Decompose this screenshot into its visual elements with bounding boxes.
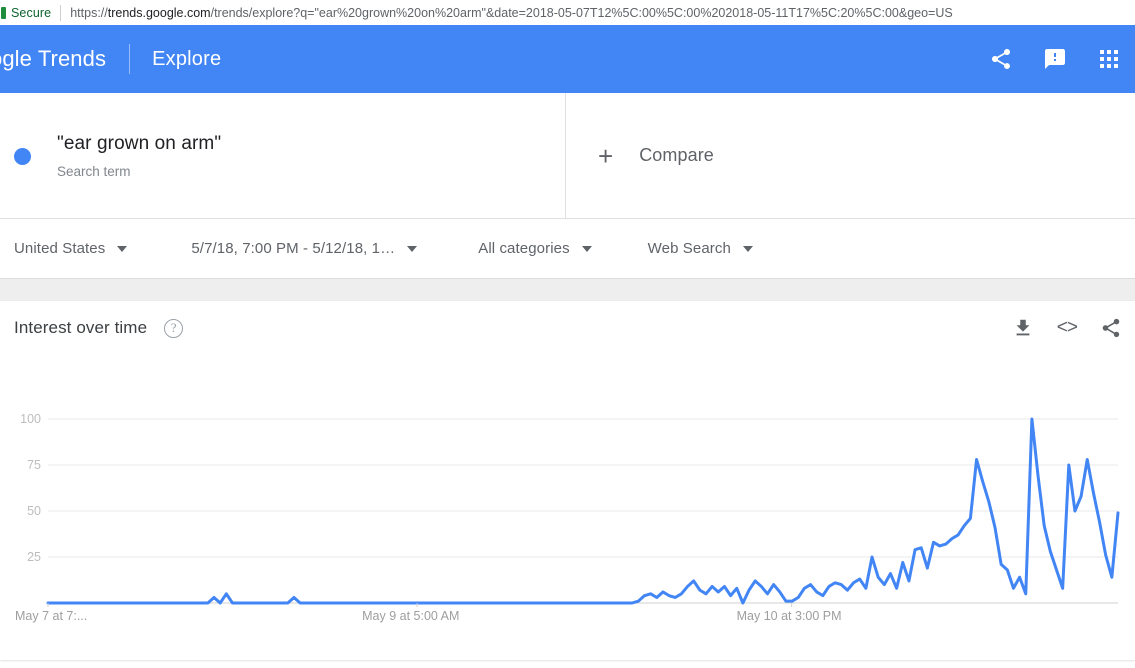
url-text: https://trends.google.com/trends/explore… bbox=[70, 6, 953, 20]
chevron-down-icon bbox=[407, 245, 418, 252]
y-axis-tick-label: 75 bbox=[27, 458, 41, 472]
x-axis-tick-label: May 10 at 3:00 PM bbox=[737, 609, 842, 623]
trends-line-chart[interactable]: 25 50 75 100 May 7 at 7:... May 9 at 5:00 AM… bbox=[0, 355, 1135, 655]
interest-over-time-chart[interactable]: 25 50 75 100 May 7 at 7:... May 9 at 5:00 AM… bbox=[0, 355, 1135, 655]
chevron-down-icon bbox=[742, 245, 753, 252]
card-header: Interest over time ? <> bbox=[0, 301, 1135, 355]
x-axis-tick-label: May 9 at 5:00 AM bbox=[362, 609, 459, 623]
interest-over-time-card: Interest over time ? <> 25 50 75 100 May 7 … bbox=[0, 301, 1135, 660]
browser-url-bar[interactable]: Secure https://trends.google.com/trends/… bbox=[0, 0, 1135, 25]
share-icon[interactable] bbox=[1100, 317, 1122, 339]
search-term-label: "ear grown on arm" bbox=[57, 132, 222, 154]
chart-gridlines bbox=[48, 418, 1118, 604]
download-icon[interactable] bbox=[1012, 317, 1034, 339]
help-icon[interactable]: ? bbox=[164, 318, 184, 338]
google-trends-logo[interactable]: ogle Trends bbox=[0, 46, 106, 72]
x-axis-tick-label: May 7 at 7:... bbox=[15, 609, 87, 623]
plus-icon: + bbox=[598, 140, 614, 171]
filter-category[interactable]: All categories bbox=[478, 240, 592, 257]
filter-search-type-label: Web Search bbox=[647, 240, 731, 257]
y-axis-tick-label: 100 bbox=[20, 412, 41, 426]
brand-trends: Trends bbox=[32, 46, 107, 71]
filter-geo[interactable]: United States bbox=[14, 240, 128, 257]
explore-nav-link[interactable]: Explore bbox=[152, 48, 221, 71]
y-axis-tick-label: 50 bbox=[27, 504, 41, 518]
search-term-texts: "ear grown on arm" Search term bbox=[57, 131, 221, 181]
filter-date-label: 5/7/18, 7:00 PM - 5/12/18, 1… bbox=[191, 240, 396, 257]
series-color-dot bbox=[14, 148, 31, 165]
filter-geo-label: United States bbox=[14, 240, 106, 257]
url-path: /trends/explore?q="ear%20grown%20on%20ar… bbox=[210, 5, 953, 20]
header-divider bbox=[129, 44, 131, 74]
url-scheme: https:// bbox=[70, 5, 108, 20]
header-actions bbox=[989, 25, 1121, 93]
y-axis-tick-label: 25 bbox=[27, 550, 41, 564]
search-term-card[interactable]: "ear grown on arm" Search term bbox=[0, 93, 566, 218]
search-term-type: Search term bbox=[57, 163, 131, 179]
filter-category-label: All categories bbox=[478, 240, 570, 257]
chevron-down-icon bbox=[117, 245, 128, 252]
chart-x-axis-labels: May 7 at 7:... May 9 at 5:00 AM May 10 at … bbox=[15, 603, 842, 623]
filter-search-type[interactable]: Web Search bbox=[648, 240, 753, 257]
filter-bar: United States 5/7/18, 7:00 PM - 5/12/18,… bbox=[0, 219, 1135, 279]
chevron-down-icon bbox=[581, 245, 592, 252]
embed-code-icon[interactable]: <> bbox=[1057, 317, 1078, 339]
feedback-icon[interactable] bbox=[1043, 47, 1067, 71]
compare-label: Compare bbox=[639, 145, 714, 165]
secure-label: Secure bbox=[11, 5, 52, 20]
page-title: Interest over time bbox=[14, 318, 148, 337]
search-terms-row: "ear grown on arm" Search term + Compare bbox=[0, 93, 1135, 219]
section-gutter bbox=[0, 279, 1135, 301]
brand-google: ogle bbox=[0, 46, 32, 71]
filter-date-range[interactable]: 5/7/18, 7:00 PM - 5/12/18, 1… bbox=[191, 240, 418, 257]
apps-grid-icon[interactable] bbox=[1097, 47, 1121, 71]
google-trends-header: ogle Trends Explore bbox=[0, 25, 1135, 93]
chart-y-axis-labels: 25 50 75 100 bbox=[20, 412, 41, 564]
compare-button[interactable]: + Compare bbox=[566, 93, 1135, 218]
url-host: trends.google.com bbox=[107, 5, 211, 20]
card-actions: <> bbox=[1012, 301, 1122, 355]
secure-lock-icon bbox=[1, 6, 6, 19]
url-divider bbox=[60, 4, 62, 21]
share-icon[interactable] bbox=[989, 47, 1013, 71]
